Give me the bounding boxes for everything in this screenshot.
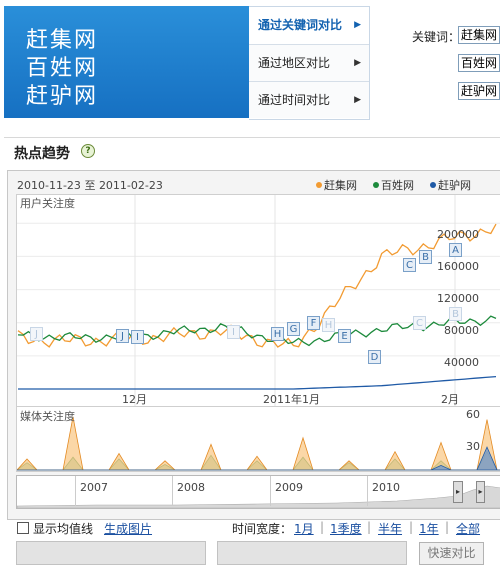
compare-input-1[interactable] [16,541,206,565]
legend-label: 百姓网 [381,179,414,192]
event-flag-f[interactable]: F [307,316,320,330]
menu-item-label: 通过关键词对比 [258,18,343,32]
event-flag-h[interactable]: H [322,318,335,332]
date-range: 2010-11-23 至 2011-02-23 [17,177,163,193]
brand-panel: 赶集网 百姓网 赶驴网 [4,6,249,118]
time-span-label: 时间宽度： [232,522,293,536]
span-1-year[interactable]: 1年 [419,520,439,537]
event-flag-i[interactable]: I [227,325,240,339]
keyword-label: 关键词： [412,30,461,44]
span-1-month[interactable]: 1月 [294,520,314,537]
help-icon[interactable]: ? [81,144,95,158]
navigator-divider [367,476,368,506]
event-flag-d[interactable]: D [368,350,381,364]
legend-item-ganlv[interactable]: 赶驴网 [430,177,471,193]
compare-input-2[interactable] [217,541,407,565]
legend-label: 赶集网 [324,179,357,192]
user-attention-svg [17,195,500,410]
span-separator: | [367,520,372,534]
x-tick: 12月 [122,393,147,406]
span-half-year[interactable]: 半年 [378,520,402,537]
user-attention-label: 用户关注度 [20,197,75,210]
legend-dot [373,182,379,188]
keyword-input-1[interactable]: 赶集网 [458,26,500,44]
event-flag-j[interactable]: J [30,327,43,341]
y-tick: 120000 [437,292,479,305]
y-tick: 160000 [437,260,479,273]
event-flag-i[interactable]: I [131,330,144,344]
arrow-right-icon: ▶ [354,95,361,105]
navigator-left-handle[interactable]: ▸ [453,481,463,503]
x-tick: 2月 [441,393,459,406]
event-flag-c[interactable]: C [403,258,416,272]
span-separator: | [409,520,414,534]
user-attention-plot [16,194,500,411]
section-header [4,137,500,166]
event-flag-e[interactable]: E [338,329,351,343]
menu-item-label: 通过地区对比 [258,56,331,70]
date-end: 2011-02-23 [98,179,163,192]
navigator-right-handle[interactable]: ▸ [476,481,485,503]
y-tick: 200000 [437,228,479,241]
legend-dot [316,182,322,188]
menu-item-keyword[interactable]: 通过关键词对比 ▶ [249,7,369,44]
event-flag-j[interactable]: J [116,329,129,343]
span-all[interactable]: 全部 [456,520,480,537]
x-tick: 2011年1月 [263,393,320,406]
media-attention-plot [16,406,500,472]
avg-line-checkbox[interactable] [17,522,29,534]
legend-label: 赶驴网 [438,179,471,192]
navigator-year: 2010 [372,481,400,494]
y-tick: 40000 [444,356,479,369]
navigator-year: 2009 [275,481,303,494]
keyword-input-3[interactable]: 赶驴网 [458,82,500,100]
y-tick: 80000 [444,324,479,337]
generate-image-link[interactable]: 生成图片 [104,520,152,537]
media-y-tick: 60 [466,408,480,421]
arrow-right-icon: ▶ [354,58,361,68]
navigator-year: 2007 [80,481,108,494]
navigator-divider [270,476,271,506]
media-y-tick: 30 [466,440,480,453]
legend-dot [430,182,436,188]
menu-item-label: 通过时间对比 [258,93,331,107]
compare-menu: 通过关键词对比 ▶ 通过地区对比 ▶ 通过时间对比 ▶ [249,6,370,120]
date-start: 2010-11-23 [17,179,81,192]
event-flag-b[interactable]: B [419,250,432,264]
event-flag-h[interactable]: H [271,327,284,341]
media-attention-label: 媒体关注度 [20,410,75,423]
legend-item-baixing[interactable]: 百姓网 [373,177,414,193]
event-flag-g[interactable]: G [287,322,300,336]
media-attention-svg [17,416,500,471]
span-1-quarter[interactable]: 1季度 [330,520,362,537]
menu-item-region[interactable]: 通过地区对比 ▶ [249,44,369,81]
navigator-year: 2008 [177,481,205,494]
arrow-right-icon: ▶ [354,20,361,30]
brand-3: 赶驴网 [26,84,99,109]
section-title: 热点趋势 [14,146,70,162]
avg-line-label: 显示均值线 [33,522,94,536]
event-flag-a[interactable]: A [449,243,462,257]
series-line-2 [18,375,497,390]
menu-item-time[interactable]: 通过时间对比 ▶ [249,81,369,118]
span-separator: | [445,520,450,534]
legend-item-ganji[interactable]: 赶集网 [316,177,357,193]
event-flag-b[interactable]: B [449,307,462,321]
media-series-1 [17,416,500,471]
date-separator: 至 [84,179,96,192]
navigator-divider [172,476,173,506]
keyword-input-2[interactable]: 百姓网 [458,54,500,72]
event-flag-c[interactable]: C [413,316,426,330]
span-separator: | [320,520,325,534]
navigator-divider [75,476,76,506]
quick-compare-button[interactable]: 快速对比 [419,542,484,565]
